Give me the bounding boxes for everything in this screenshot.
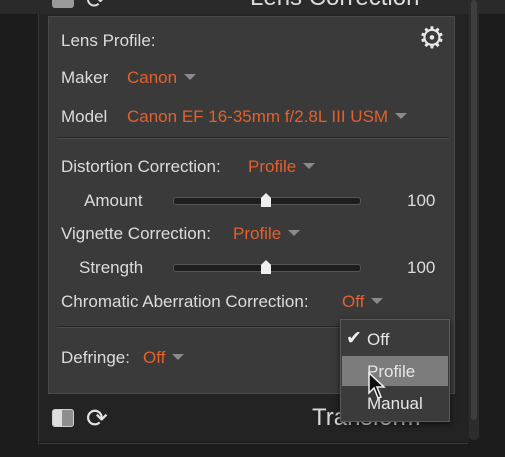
lens-profile-heading: Lens Profile: xyxy=(61,31,156,50)
chevron-down-icon xyxy=(172,353,185,360)
divider xyxy=(57,137,449,139)
model-label: Model xyxy=(61,107,108,126)
maker-value: Canon xyxy=(127,68,178,87)
panel-toggle-icon[interactable] xyxy=(52,409,74,427)
chromatic-value: Off xyxy=(342,292,365,311)
chevron-down-icon xyxy=(371,297,384,304)
defringe-value: Off xyxy=(143,348,166,367)
chromatic-dropdown[interactable]: Off xyxy=(342,292,384,312)
scrollbar[interactable] xyxy=(469,0,479,440)
strength-value: 100 xyxy=(407,258,436,277)
vignette-value: Profile xyxy=(233,224,282,243)
model-dropdown[interactable]: Canon EF 16-35mm f/2.8L III USM xyxy=(127,107,408,127)
vignette-dropdown[interactable]: Profile xyxy=(233,224,301,244)
gear-icon[interactable]: ⚙ xyxy=(417,24,447,54)
menu-item-profile[interactable]: Profile xyxy=(342,356,448,386)
lens-correction-header: ⟳ Lens Correction xyxy=(0,0,505,14)
reset-icon[interactable]: ⟳ xyxy=(86,403,108,434)
maker-dropdown[interactable]: Canon xyxy=(127,68,197,88)
mouse-cursor-icon xyxy=(368,372,386,399)
scrollbar-thumb[interactable] xyxy=(471,0,477,420)
divider xyxy=(38,443,468,444)
distortion-value: Profile xyxy=(248,157,297,176)
vignette-label: Vignette Correction: xyxy=(61,224,211,243)
defringe-dropdown[interactable]: Off xyxy=(143,348,185,368)
amount-value: 100 xyxy=(407,191,436,210)
amount-slider-handle[interactable] xyxy=(261,193,271,207)
chromatic-dropdown-menu: ✔ Off Profile Manual xyxy=(340,319,450,422)
chromatic-label: Chromatic Aberration Correction: xyxy=(61,292,309,311)
strength-label: Strength xyxy=(79,258,144,277)
distortion-label: Distortion Correction: xyxy=(61,157,221,176)
model-value: Canon EF 16-35mm f/2.8L III USM xyxy=(127,107,389,126)
checkmark-icon: ✔ xyxy=(346,328,362,349)
chevron-down-icon xyxy=(184,73,197,80)
panel-toggle-icon[interactable] xyxy=(52,0,74,8)
maker-label: Maker xyxy=(61,68,109,87)
menu-item-off[interactable]: ✔ Off xyxy=(342,324,448,354)
strength-slider-handle[interactable] xyxy=(261,260,271,274)
reset-icon[interactable]: ⟳ xyxy=(86,0,106,14)
lens-correction-title: Lens Correction xyxy=(250,0,419,12)
menu-item-manual[interactable]: Manual xyxy=(342,388,448,418)
distortion-dropdown[interactable]: Profile xyxy=(248,157,316,177)
amount-label: Amount xyxy=(84,191,143,210)
defringe-label: Defringe: xyxy=(61,348,130,367)
chevron-down-icon xyxy=(288,229,301,236)
chevron-down-icon xyxy=(303,162,316,169)
chevron-down-icon xyxy=(395,112,408,119)
